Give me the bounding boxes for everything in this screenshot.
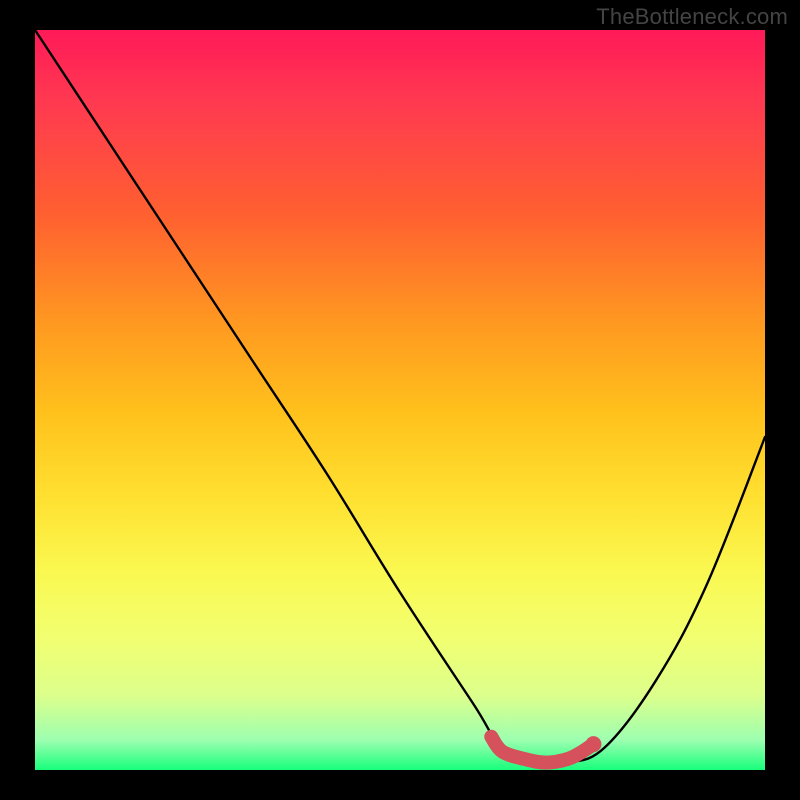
optimal-marker-dot [585, 736, 601, 752]
plot-area [35, 30, 765, 770]
bottleneck-curve-main [35, 30, 765, 765]
chart-frame: TheBottleneck.com [0, 0, 800, 800]
bottleneck-curve-svg [35, 30, 765, 770]
optimal-range-highlight [491, 737, 593, 763]
attribution-text: TheBottleneck.com [596, 4, 788, 30]
